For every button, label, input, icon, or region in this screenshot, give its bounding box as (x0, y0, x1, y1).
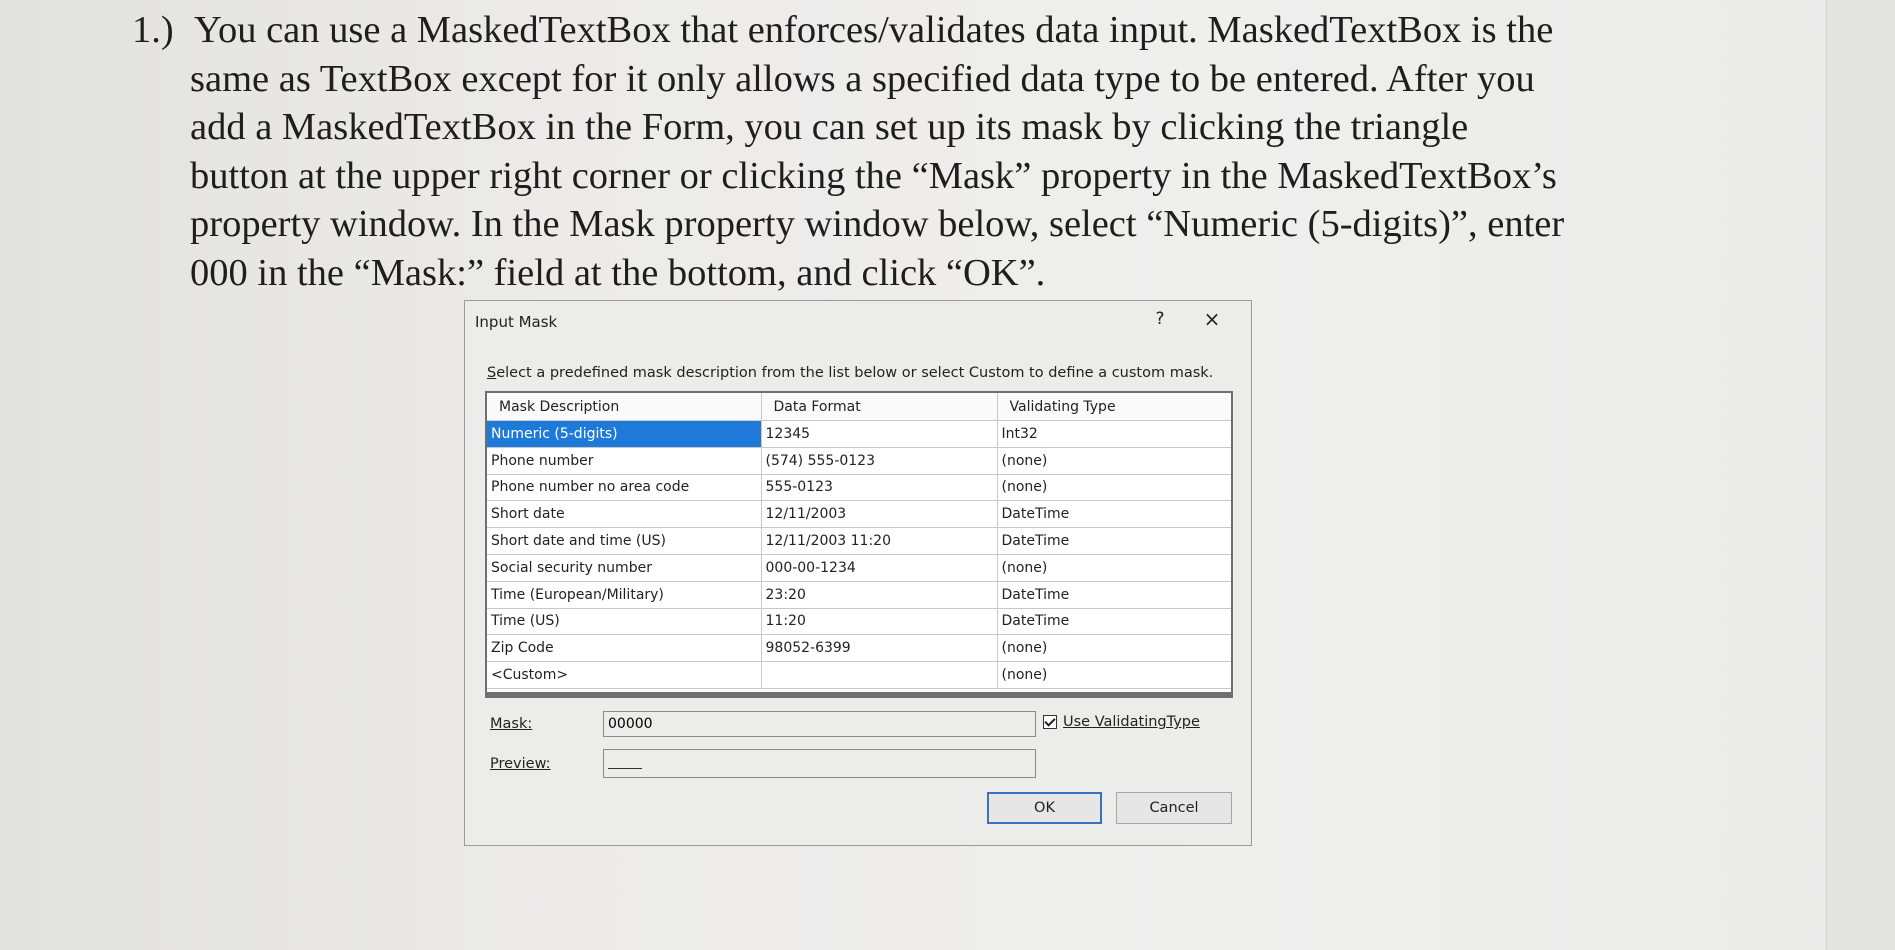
table-row[interactable]: Numeric (5-digits) 12345 Int32 (487, 420, 1231, 448)
cell-type[interactable]: (none) (997, 661, 1231, 689)
mask-list-grid[interactable]: Mask Description Data Format Validating … (485, 391, 1233, 698)
mask-input[interactable] (603, 711, 1036, 737)
grid-header-row: Mask Description Data Format Validating … (487, 393, 1231, 421)
cell-type[interactable]: (none) (997, 447, 1231, 475)
table-row[interactable]: Phone number no area code 555-0123 (none… (487, 474, 1231, 502)
instruction-text: elect a predefined mask description from… (496, 365, 1214, 381)
mask-label: Mask: (490, 716, 533, 732)
table-row[interactable]: Short date and time (US) 12/11/2003 11:2… (487, 527, 1231, 555)
cancel-button[interactable]: Cancel (1116, 792, 1232, 824)
cell-description[interactable]: <Custom> (487, 661, 762, 689)
cell-type[interactable]: DateTime (997, 608, 1231, 636)
ok-button[interactable]: OK (987, 792, 1102, 824)
cell-description[interactable]: Time (US) (487, 608, 762, 636)
table-row[interactable]: Short date 12/11/2003 DateTime (487, 500, 1231, 529)
cell-format[interactable]: 23:20 (761, 581, 998, 609)
cell-type[interactable]: DateTime (997, 527, 1231, 555)
column-header-validating-type[interactable]: Validating Type (997, 393, 1231, 421)
preview-placeholder-underline (608, 768, 642, 769)
cell-description[interactable]: Short date and time (US) (487, 527, 762, 555)
table-row[interactable]: <Custom> (none) (487, 661, 1231, 689)
table-row[interactable]: Phone number (574) 555-0123 (none) (487, 447, 1231, 475)
instruction-line: add a MaskedTextBox in the Form, you can… (190, 106, 1469, 148)
dialog-title: Input Mask (475, 313, 558, 331)
close-icon[interactable]: × (1201, 307, 1223, 331)
cell-format[interactable]: 555-0123 (761, 474, 998, 502)
use-validating-type-label[interactable]: Use ValidatingType (1063, 714, 1200, 730)
table-row[interactable]: Time (US) 11:20 DateTime (487, 608, 1231, 636)
table-row[interactable]: Time (European/Military) 23:20 DateTime (487, 581, 1231, 609)
help-icon[interactable]: ? (1151, 309, 1169, 329)
instruction-line: button at the upper right corner or clic… (190, 154, 1557, 197)
page-edge (1826, 0, 1895, 950)
cell-format[interactable]: 98052-6399 (761, 634, 998, 663)
cell-format[interactable]: 12345 (761, 420, 998, 448)
cell-description[interactable]: Phone number no area code (487, 474, 762, 502)
instruction-line: You can use a MaskedTextBox that enforce… (194, 9, 1554, 51)
use-validating-type-checkbox[interactable]: Use ValidatingType (1043, 714, 1200, 730)
cell-format[interactable]: 11:20 (761, 608, 998, 636)
checkbox-checked-icon[interactable] (1043, 715, 1057, 729)
cell-type[interactable]: DateTime (997, 581, 1231, 609)
cell-type[interactable]: DateTime (997, 500, 1231, 529)
input-mask-dialog: Input Mask ? × Select a predefined mask … (464, 300, 1252, 846)
preview-field (603, 749, 1036, 778)
instructions-text: 1.) You can use a MaskedTextBox that enf… (132, 6, 1612, 297)
cell-description[interactable]: Numeric (5-digits) (487, 420, 762, 448)
cell-type[interactable]: (none) (997, 634, 1231, 663)
preview-label: Preview: (490, 756, 551, 772)
instruction-line: same as TextBox except for it only allow… (190, 57, 1535, 100)
cell-type[interactable]: (none) (997, 474, 1231, 502)
table-row[interactable]: Zip Code 98052-6399 (none) (487, 634, 1231, 663)
cell-format[interactable] (761, 661, 998, 689)
cell-format[interactable]: 000-00-1234 (761, 554, 998, 582)
cell-format[interactable]: 12/11/2003 (761, 500, 998, 529)
cell-description[interactable]: Short date (487, 500, 762, 529)
instruction-line: property window. In the Mask property wi… (190, 203, 1565, 245)
dialog-instruction: Select a predefined mask description fro… (487, 365, 1213, 381)
cell-format[interactable]: (574) 555-0123 (761, 447, 998, 475)
column-header-mask-description[interactable]: Mask Description (487, 393, 762, 421)
cell-type[interactable]: Int32 (997, 420, 1231, 448)
cell-description[interactable]: Phone number (487, 447, 762, 475)
column-header-data-format[interactable]: Data Format (761, 393, 998, 421)
table-row[interactable]: Social security number 000-00-1234 (none… (487, 554, 1231, 582)
cell-type[interactable]: (none) (997, 554, 1231, 582)
cell-format[interactable]: 12/11/2003 11:20 (761, 527, 998, 555)
cell-description[interactable]: Zip Code (487, 634, 762, 663)
instruction-access-key: S (487, 365, 497, 381)
cell-description[interactable]: Time (European/Military) (487, 581, 762, 609)
cell-description[interactable]: Social security number (487, 554, 762, 582)
instruction-line: 000 in the “Mask:” field at the bottom, … (190, 251, 1046, 294)
